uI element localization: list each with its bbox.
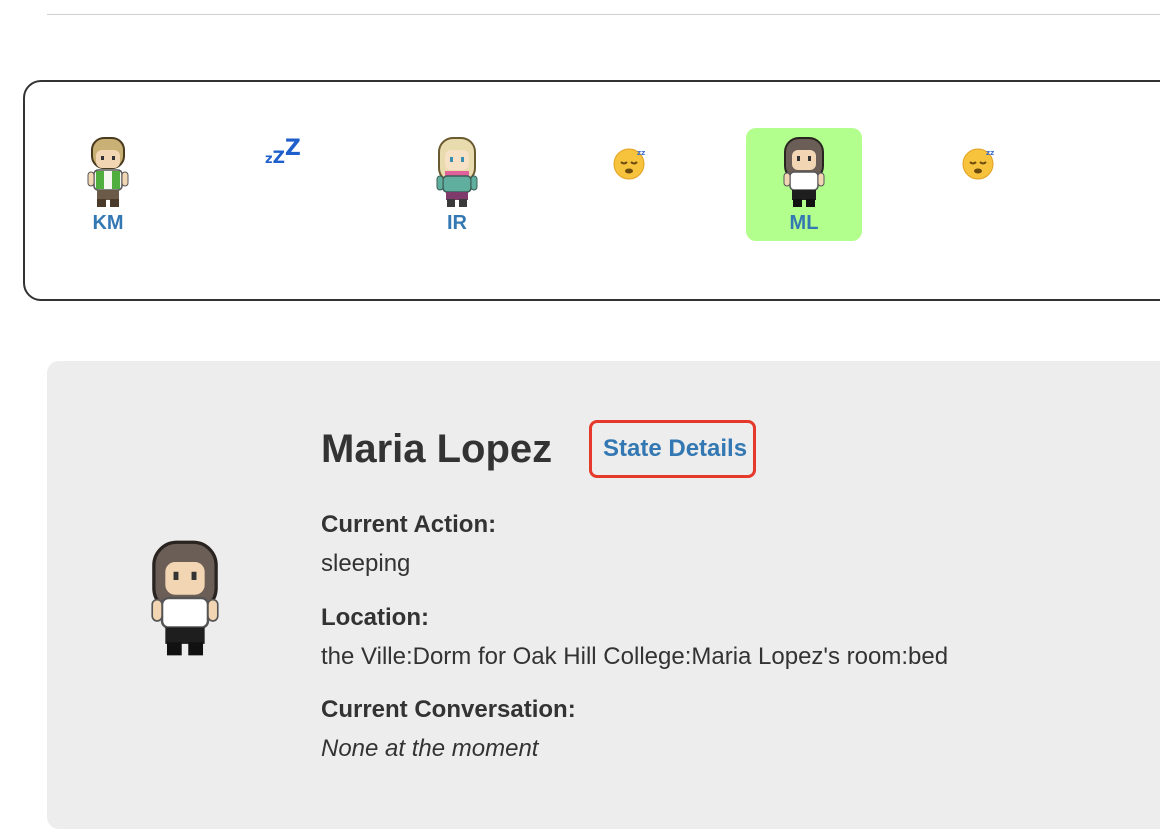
sleeping-face-icon: zz	[613, 148, 645, 180]
blond-boy-green-vest-sprite	[87, 137, 129, 207]
persona-item-km[interactable]: KM	[50, 128, 166, 241]
sleeping-face-icon: zz	[962, 148, 994, 180]
svg-text:zz: zz	[986, 149, 994, 157]
persona-initials-km[interactable]: KM	[50, 212, 166, 235]
svg-text:zz: zz	[637, 149, 645, 157]
persona-name: Maria Lopez	[321, 427, 553, 471]
current-conversation-value: None at the moment	[321, 735, 539, 762]
blonde-girl-pink-scarf-sprite	[436, 137, 478, 207]
current-conversation-label: Current Conversation:	[321, 696, 576, 723]
persona-detail-panel: Maria Lopez State Details Current Action…	[47, 361, 1160, 829]
top-divider	[47, 14, 1160, 15]
location-label: Location:	[321, 604, 429, 631]
persona-avatar	[151, 540, 219, 656]
persona-item-ml[interactable]: ML	[746, 128, 862, 241]
current-action-value: sleeping	[321, 550, 411, 577]
location-value: the Ville:Dorm for Oak Hill College:Mari…	[321, 643, 949, 670]
persona-bar: KM zZZ IR zz ML zz	[23, 80, 1160, 301]
persona-initials-ir[interactable]: IR	[399, 212, 515, 235]
state-details-link[interactable]: State Details	[589, 420, 756, 478]
current-action-label: Current Action:	[321, 511, 497, 538]
zzz-icon: zZZ	[265, 136, 301, 168]
persona-initials-ml[interactable]: ML	[746, 212, 862, 235]
dark-hair-girl-white-shirt-sprite	[783, 137, 825, 207]
persona-item-ir[interactable]: IR	[399, 128, 515, 241]
